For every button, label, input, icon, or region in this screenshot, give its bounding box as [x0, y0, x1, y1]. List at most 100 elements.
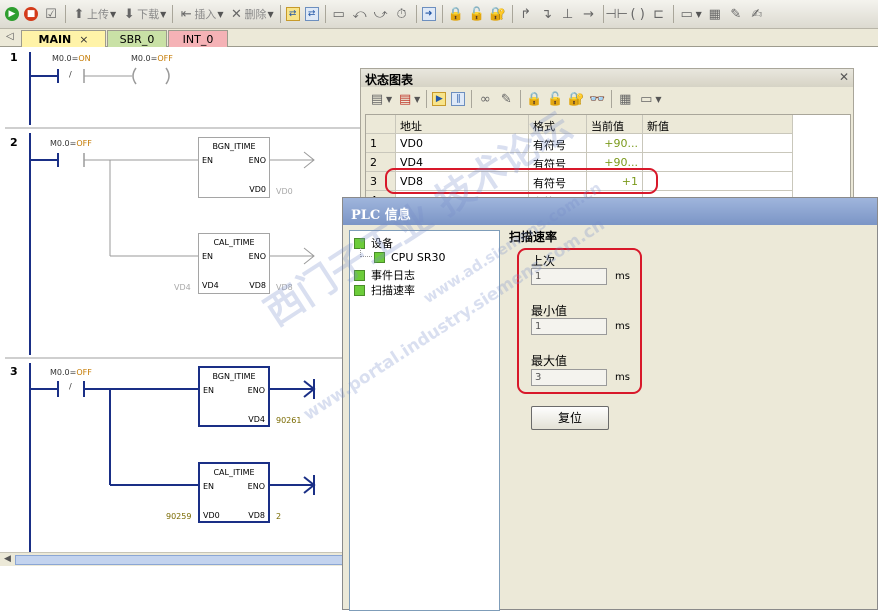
toolbar-button[interactable]: 🔒 [446, 3, 466, 25]
toolbar-button[interactable]: ▭ ▼ [677, 3, 704, 25]
tree-connector [360, 248, 372, 257]
upload-button[interactable]: ⬆ 上传 ▼ [69, 3, 118, 25]
toolbar-button[interactable]: ↱ [516, 3, 536, 25]
window-title: PLC 信息 [351, 208, 411, 223]
download-button[interactable]: ⬇ 下载 ▼ [119, 3, 168, 25]
branch-down-icon: ↴ [541, 6, 553, 22]
toolbar-button[interactable]: ⊏ [649, 3, 669, 25]
table-row[interactable]: 1 VD0 有符号 +90... [366, 134, 793, 153]
block-title: BGN_ITIME [212, 372, 256, 381]
chart-status-button[interactable]: ⇄ [303, 3, 321, 25]
toolbar-divider [672, 5, 674, 23]
cal-itime-block[interactable]: CAL_ITIME EN ENO VD0 VD8 [198, 462, 270, 523]
status-chart-toolbar: ▤ ▼ ▤ ▼ ▶ ∥ ∞ ✎ 🔒 🔓 🔐 👓 ▦ ▭ ▼ [361, 87, 853, 111]
format-cell[interactable]: 有符号 [529, 134, 587, 153]
bgn-itime-block[interactable]: BGN_ITIME EN ENO VD4 [198, 366, 270, 427]
insert-icon: ⇤ [180, 6, 192, 22]
address-cell[interactable]: VD8 [396, 172, 529, 191]
toolbar-button[interactable]: ( ) [628, 3, 648, 25]
options-button[interactable]: ▭ ▼ [636, 88, 663, 110]
contact-address: M0.0 [52, 54, 72, 63]
box-icon: ⊏ [653, 6, 665, 22]
address-cell[interactable]: VD0 [396, 134, 529, 153]
reset-button[interactable]: 复位 [531, 406, 609, 430]
toolbar-divider [471, 90, 473, 108]
checkbox-icon [354, 269, 365, 281]
toolbar-divider [324, 5, 326, 23]
delete-button[interactable]: ✕ 删除 ▼ [226, 3, 275, 25]
toolbar-button[interactable]: ✍ [747, 3, 767, 25]
trend-view-button[interactable]: ▦ [615, 88, 635, 110]
stop-button[interactable]: ■ [22, 3, 40, 25]
toolbar-button[interactable]: ⊥ [558, 3, 578, 25]
delete-label: 删除 [244, 8, 267, 21]
tree-item-cpu[interactable]: CPU SR30 [374, 251, 445, 264]
min-scan-label: 最小值 [531, 304, 568, 318]
format-cell[interactable]: 有符号 [529, 172, 587, 191]
toolbar-button[interactable]: ⏱ [392, 3, 412, 25]
delete-row-button[interactable]: ▤ ▼ [395, 88, 422, 110]
table-row[interactable]: 3 VD8 有符号 +1 [366, 172, 793, 191]
en-pin: EN [202, 252, 214, 261]
comment-icon: ▭ [680, 6, 693, 22]
toolbar-divider [511, 5, 513, 23]
stop-icon: ■ [24, 7, 38, 21]
eno-pin: ENO [247, 386, 265, 395]
current-value-cell: +90... [587, 134, 643, 153]
toolbar-button[interactable]: ↴ [537, 3, 557, 25]
tree-item-event-log[interactable]: 事件日志 [354, 267, 415, 283]
insert-row-button[interactable]: ▤ ▼ [367, 88, 394, 110]
insert-button[interactable]: ⇤ 插入 ▼ [176, 3, 225, 25]
cal-itime-block[interactable]: CAL_ITIME EN ENO VD4 VD8 [198, 233, 270, 294]
table-row[interactable]: 2 VD4 有符号 +90... [366, 153, 793, 172]
toolbar-button[interactable]: ⤺ [350, 3, 370, 25]
coil-address: M0.0 [131, 54, 151, 63]
compile-button[interactable]: ☑ [41, 3, 61, 25]
new-value-cell[interactable] [643, 172, 793, 191]
toolbar-divider [172, 5, 174, 23]
tab-sbr-0[interactable]: SBR_0 [107, 30, 167, 47]
address-cell[interactable]: VD4 [396, 153, 529, 172]
contact-icon: ⊣⊢ [605, 6, 628, 22]
row-number: 1 [366, 134, 396, 153]
horizontal-scrollbar[interactable]: ◀ [0, 552, 348, 566]
new-value-cell[interactable] [643, 153, 793, 172]
coil-icon: ( ) [630, 6, 645, 22]
read-button[interactable]: ∞ [475, 88, 495, 110]
toolbar-button[interactable]: ▭ [329, 3, 349, 25]
format-cell[interactable]: 有符号 [529, 153, 587, 172]
eno-pin: ENO [247, 482, 265, 491]
force-button[interactable]: 🔒 [524, 88, 544, 110]
program-status-button[interactable]: ⇄ [284, 3, 302, 25]
tab-int-0[interactable]: INT_0 [168, 30, 228, 47]
current-value-cell: +90... [587, 153, 643, 172]
toolbar-button[interactable]: ✎ [726, 3, 746, 25]
window-title: 状态图表 [365, 73, 414, 87]
toolbar-button[interactable]: ⤻ [371, 3, 391, 25]
close-icon[interactable]: ✕ [839, 70, 849, 84]
toolbar-button[interactable]: ▦ [705, 3, 725, 25]
toolbar-button[interactable]: 🔓 [467, 3, 487, 25]
toolbar-button[interactable]: ➜ [420, 3, 438, 25]
tab-scroll-left-icon[interactable]: ◁ [6, 31, 14, 42]
scrollbar-thumb[interactable] [15, 555, 345, 565]
unforce-all-button[interactable]: 🔐 [566, 88, 586, 110]
scroll-left-icon[interactable]: ◀ [4, 554, 11, 564]
tree-item-scan-rate[interactable]: 扫描速率 [354, 282, 415, 298]
read-forced-button[interactable]: 👓 [587, 88, 607, 110]
close-icon[interactable]: × [79, 33, 88, 46]
bgn-itime-block[interactable]: BGN_ITIME EN ENO VD0 [198, 137, 270, 198]
toolbar-button[interactable]: → [579, 3, 599, 25]
toolbar-button[interactable]: 🔐 [488, 3, 508, 25]
new-value-cell[interactable] [643, 134, 793, 153]
write-button[interactable]: ✎ [496, 88, 516, 110]
toolbar-button[interactable]: ⊣⊢ [605, 3, 628, 25]
pause-button[interactable]: ∥ [449, 88, 467, 110]
tree-item-label: CPU SR30 [391, 251, 446, 264]
tab-main[interactable]: MAIN × [21, 30, 106, 47]
run-button[interactable]: ▶ [3, 3, 21, 25]
monitor-button[interactable]: ▶ [430, 88, 448, 110]
unforce-button[interactable]: 🔓 [545, 88, 565, 110]
unlock-icon: 🔓 [547, 91, 564, 107]
in-value: 90259 [166, 512, 192, 521]
